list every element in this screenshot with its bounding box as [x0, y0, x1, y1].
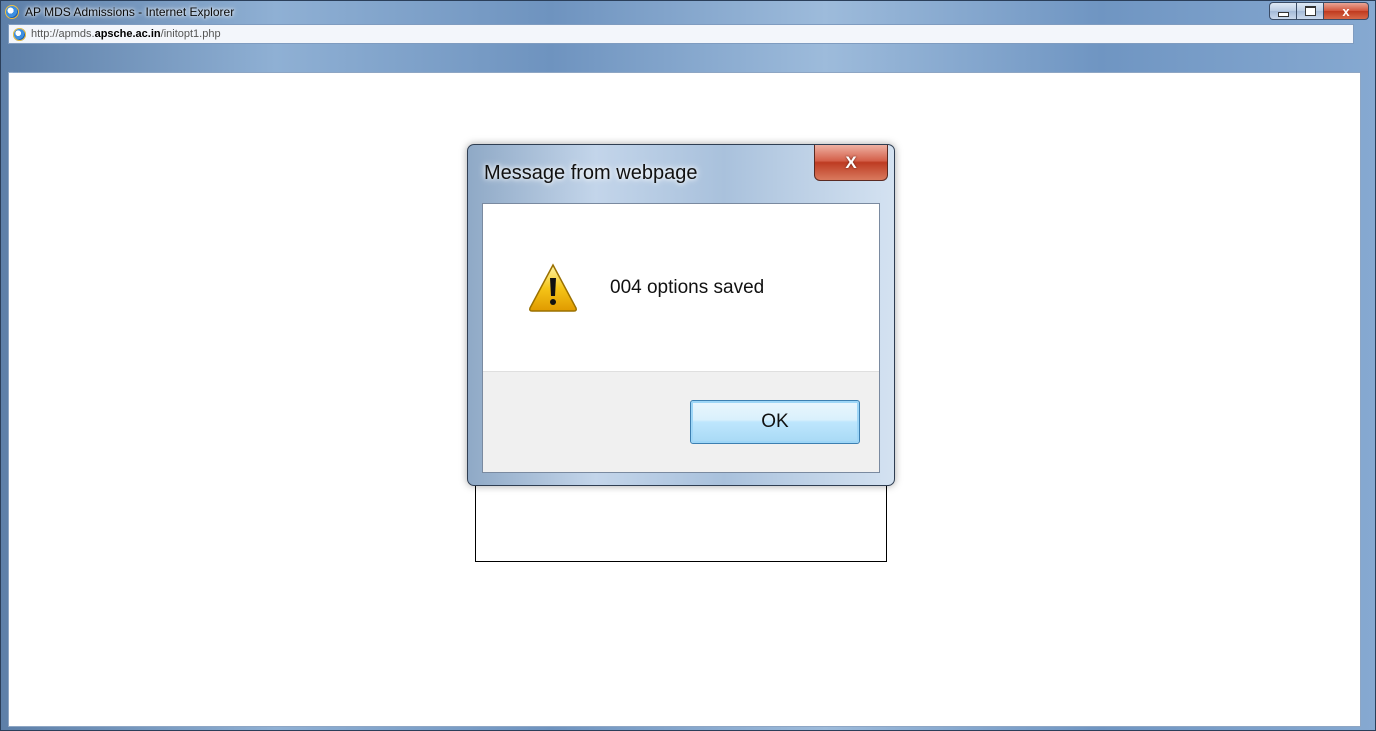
- minimize-icon: [1277, 11, 1289, 17]
- browser-window: AP MDS Admissions - Internet Explorer x …: [0, 0, 1376, 731]
- page-icon: [13, 27, 26, 41]
- dialog-body: 004 options saved OK: [482, 203, 880, 473]
- dialog-message: 004 options saved: [610, 277, 765, 298]
- page-box: [475, 486, 887, 562]
- warning-icon: [529, 263, 577, 312]
- alert-dialog: Message from webpage X 004 options saved: [467, 144, 895, 486]
- url-path: /initopt1.php: [160, 28, 221, 40]
- minimize-button[interactable]: [1269, 2, 1296, 20]
- dialog-title: Message from webpage: [484, 162, 698, 184]
- address-url: http://apmds.apsche.ac.in/initopt1.php: [31, 28, 221, 40]
- maximize-button[interactable]: [1296, 2, 1323, 20]
- dialog-close-button[interactable]: X: [814, 145, 888, 181]
- dialog-footer: OK: [483, 371, 879, 472]
- title-bar[interactable]: AP MDS Admissions - Internet Explorer x: [1, 1, 1375, 23]
- address-bar[interactable]: http://apmds.apsche.ac.in/initopt1.php: [8, 24, 1354, 44]
- internet-explorer-icon: [5, 5, 19, 19]
- close-window-button[interactable]: x: [1323, 2, 1369, 20]
- url-prefix: http://apmds.: [31, 28, 95, 40]
- caption-buttons: x: [1269, 2, 1369, 20]
- close-icon: X: [845, 152, 857, 172]
- window-title: AP MDS Admissions - Internet Explorer: [25, 5, 235, 19]
- close-icon: x: [1342, 3, 1350, 19]
- url-domain: apsche.ac.in: [94, 28, 161, 40]
- maximize-icon: [1304, 6, 1316, 16]
- ok-button[interactable]: OK: [690, 400, 860, 444]
